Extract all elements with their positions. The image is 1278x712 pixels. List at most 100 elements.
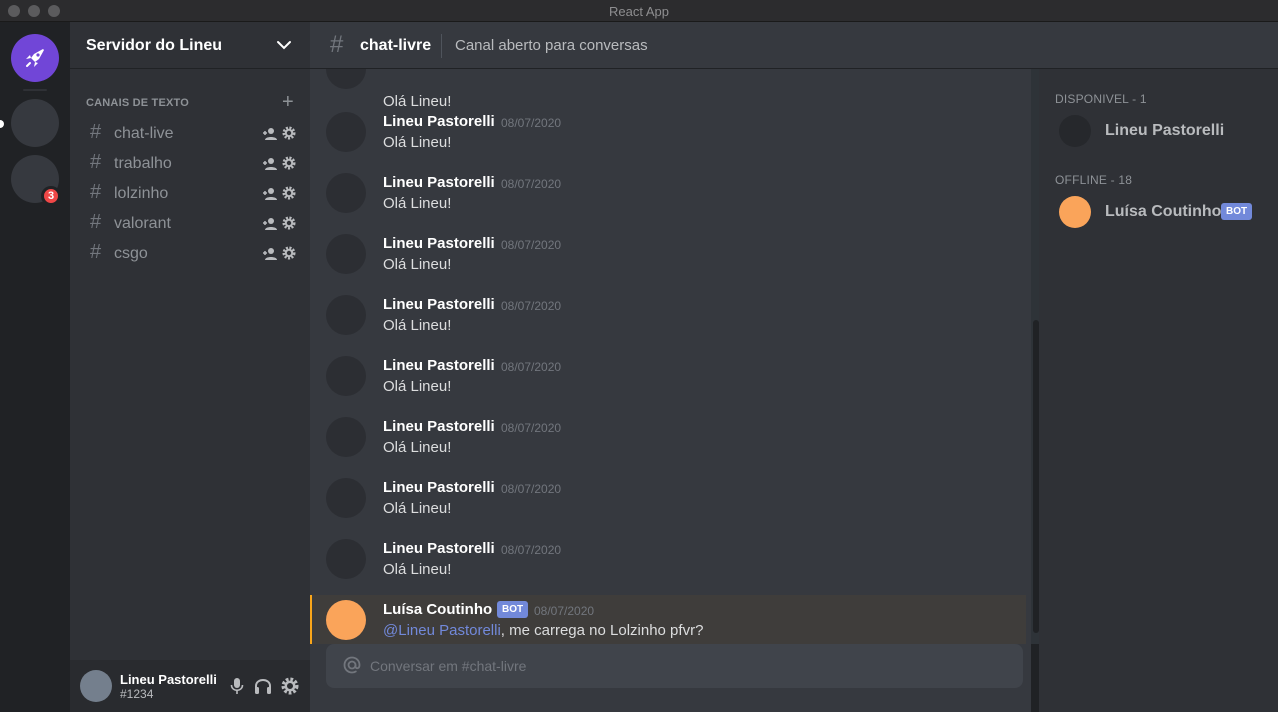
message-composer (326, 644, 1023, 688)
guild-name: Servidor do Lineu (86, 37, 223, 54)
channel-item[interactable]: # valorant (78, 209, 302, 239)
message-item: Olá Lineu! (310, 69, 1026, 110)
avatar[interactable] (326, 295, 366, 335)
avatar[interactable] (326, 417, 366, 457)
hash-icon: # (90, 121, 102, 143)
message-author[interactable]: Lineu Pastorelli (383, 113, 495, 130)
channel-name: chat-live (114, 125, 174, 142)
hash-icon: # (330, 31, 344, 58)
message-timestamp: 08/07/2020 (501, 116, 562, 130)
channel-name: lolzinho (114, 185, 169, 202)
channel-item[interactable]: # csgo (78, 239, 302, 269)
avatar (1059, 115, 1091, 147)
avatar[interactable] (80, 670, 112, 702)
user-tag: #1234 (120, 687, 154, 701)
hash-icon: # (90, 151, 102, 173)
message-text: @Lineu Pastorelli, me carrega no Lolzinh… (383, 622, 703, 639)
message-author[interactable]: Lineu Pastorelli (383, 479, 495, 496)
user-name: Lineu Pastorelli (120, 672, 217, 687)
message-author[interactable]: Lineu Pastorelli (383, 235, 495, 252)
avatar[interactable] (326, 356, 366, 396)
bot-tag: BOT (497, 601, 529, 618)
avatar[interactable] (326, 69, 366, 89)
server-selected-indicator (0, 120, 4, 128)
avatar[interactable] (326, 478, 366, 518)
server-icon[interactable] (11, 99, 59, 147)
invite-user-icon[interactable] (262, 127, 278, 141)
message-author[interactable]: Lineu Pastorelli (383, 540, 495, 557)
channel-item[interactable]: # lolzinho (78, 179, 302, 209)
avatar[interactable] (326, 600, 366, 640)
invite-user-icon[interactable] (262, 157, 278, 171)
gear-icon[interactable] (282, 246, 296, 260)
message-timestamp: 08/07/2020 (501, 360, 562, 374)
at-sign-icon[interactable] (342, 655, 362, 675)
message-item: Lineu Pastorelli 08/07/2020 Olá Lineu! (310, 295, 1026, 356)
add-channel-icon[interactable]: + (282, 92, 294, 112)
message-author[interactable]: Lineu Pastorelli (383, 174, 495, 191)
app-window: React App 3 Servidor do Lineu CANAIS DE … (0, 0, 1278, 712)
server-rail: 3 (0, 22, 70, 712)
message-author[interactable]: Lineu Pastorelli (383, 296, 495, 313)
member-name: Lineu Pastorelli (1105, 122, 1225, 139)
headphones-icon[interactable] (254, 677, 272, 695)
channel-name: valorant (114, 215, 171, 232)
message-author[interactable]: Luísa Coutinho (383, 601, 492, 618)
avatar[interactable] (326, 234, 366, 274)
channel-topic: Canal aberto para conversas (455, 37, 648, 54)
gear-icon[interactable] (282, 216, 296, 230)
message-timestamp: 08/07/2020 (501, 421, 562, 435)
message-text: Olá Lineu! (383, 134, 452, 151)
invite-user-icon[interactable] (262, 187, 278, 201)
message-text: Olá Lineu! (383, 93, 452, 110)
member-section-online: DISPONIVEL - 1 (1055, 92, 1147, 106)
member-item[interactable]: Lineu Pastorelli (1047, 109, 1271, 153)
server-main-rocketseat[interactable] (11, 34, 59, 82)
channel-item[interactable]: # chat-live (78, 119, 302, 149)
invite-user-icon[interactable] (262, 247, 278, 261)
message-item: Lineu Pastorelli 08/07/2020 Olá Lineu! (310, 112, 1026, 173)
message-timestamp: 08/07/2020 (501, 238, 562, 252)
message-text: Olá Lineu! (383, 439, 452, 456)
header-divider (441, 34, 442, 58)
member-item[interactable]: Luísa Coutinho BOT (1047, 190, 1271, 234)
server-separator (23, 89, 47, 91)
gear-icon[interactable] (281, 677, 299, 695)
channel-name: csgo (114, 245, 148, 262)
member-name: Luísa Coutinho (1105, 203, 1222, 220)
gear-icon[interactable] (282, 126, 296, 140)
message-item: Lineu Pastorelli 08/07/2020 Olá Lineu! (310, 478, 1026, 539)
message-list: Olá Lineu! Lineu Pastorelli 08/07/2020 O… (310, 69, 1031, 644)
message-timestamp: 08/07/2020 (501, 299, 562, 313)
category-label: CANAIS DE TEXTO (86, 97, 190, 109)
avatar[interactable] (326, 173, 366, 213)
message-timestamp: 08/07/2020 (501, 482, 562, 496)
avatar (1059, 196, 1091, 228)
message-timestamp: 08/07/2020 (501, 543, 562, 557)
channel-item[interactable]: # trabalho (78, 149, 302, 179)
avatar[interactable] (326, 539, 366, 579)
chat-area: # chat-livre Canal aberto para conversas… (310, 22, 1278, 712)
channel-sidebar: Servidor do Lineu CANAIS DE TEXTO + # ch… (70, 22, 310, 712)
message-input[interactable] (370, 644, 1010, 688)
message-author[interactable]: Lineu Pastorelli (383, 357, 495, 374)
message-item: Lineu Pastorelli 08/07/2020 Olá Lineu! (310, 234, 1026, 295)
microphone-icon[interactable] (230, 677, 244, 695)
chat-header: # chat-livre Canal aberto para conversas (310, 22, 1278, 69)
user-panel: Lineu Pastorelli #1234 (70, 660, 310, 712)
notification-badge: 3 (41, 186, 61, 206)
avatar[interactable] (326, 112, 366, 152)
guild-header[interactable]: Servidor do Lineu (70, 22, 310, 69)
user-mention-link[interactable]: @Lineu Pastorelli (383, 622, 501, 639)
gear-icon[interactable] (282, 156, 296, 170)
message-item: Lineu Pastorelli 08/07/2020 Olá Lineu! (310, 173, 1026, 234)
message-text: Olá Lineu! (383, 561, 452, 578)
message-timestamp: 08/07/2020 (501, 177, 562, 191)
invite-user-icon[interactable] (262, 217, 278, 231)
message-item: Lineu Pastorelli 08/07/2020 Olá Lineu! (310, 539, 1026, 600)
message-author[interactable]: Lineu Pastorelli (383, 418, 495, 435)
gear-icon[interactable] (282, 186, 296, 200)
message-item-mention: Luísa Coutinho BOT 08/07/2020 @Lineu Pas… (310, 595, 1026, 644)
message-text: Olá Lineu! (383, 256, 452, 273)
rocket-logo-icon (26, 49, 44, 67)
